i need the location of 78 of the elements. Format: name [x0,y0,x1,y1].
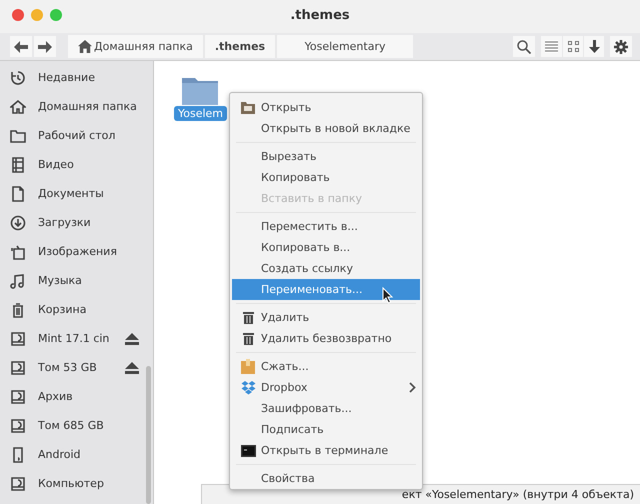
scrollbar[interactable] [146,366,151,504]
back-arrow-icon [14,40,28,52]
list-icon [545,41,558,52]
eject-icon[interactable] [125,362,139,374]
status-text: ект «Yoselementary» (внутри 4 объекта) [402,488,634,501]
grid-view-button[interactable] [563,36,583,57]
window-title: .themes [289,8,351,23]
menu-item[interactable]: Копировать [232,167,420,188]
path-button[interactable]: .themes [204,35,276,58]
chevron-right-icon [409,382,416,393]
phone-icon [10,446,26,462]
menu-item[interactable]: Вырезать [232,146,420,167]
sidebar-item[interactable]: Изображения [0,237,153,266]
drive-icon [10,330,26,346]
sort-button[interactable] [584,36,604,57]
menu-item[interactable]: Подписать [232,419,420,440]
menu-item[interactable]: Переместить в... [232,216,420,237]
forward-button[interactable] [34,36,56,57]
sidebar-item[interactable]: Архив [0,382,153,411]
path-button[interactable]: Yoselementary [277,35,414,58]
menu-item[interactable]: Зашифровать... [232,398,420,419]
drive-icon [10,388,26,404]
menu-item[interactable]: Удалить [232,307,420,328]
settings-icon [614,40,628,54]
sidebar-item[interactable]: Документы [0,179,153,208]
menu-item[interactable]: Копировать в... [232,237,420,258]
menu-item[interactable]: Сжать... [232,356,420,377]
sidebar-item[interactable]: Рабочий стол [0,121,153,150]
menu-item[interactable]: Удалить безвозвратно [232,328,420,349]
download-icon [10,214,26,230]
sidebar-item[interactable]: Музыка [0,266,153,295]
forward-arrow-icon [38,40,52,52]
down-arrow-icon [588,40,600,53]
recent-icon [10,70,26,86]
menu-item[interactable]: Создать ссылку [232,258,420,279]
trash-icon [242,311,254,324]
music-icon [10,272,26,288]
sidebar-item[interactable]: Android [0,440,153,469]
back-button[interactable] [10,36,32,57]
settings-button[interactable] [610,36,632,57]
sidebar-item[interactable]: Mint 17.1 cin [0,324,153,353]
document-icon [10,186,26,202]
drive-icon [10,418,26,434]
sidebar-item[interactable]: Компьютер [0,469,153,498]
eject-icon[interactable] [125,332,139,344]
search-icon [517,40,531,54]
sidebar-item[interactable]: Домашняя папка [0,92,153,121]
folder-icon[interactable] [182,75,218,105]
sidebar-item[interactable]: Видео [0,150,153,179]
menu-item[interactable]: Свойства [232,468,420,489]
drive-icon [10,476,26,492]
list-view-button[interactable] [541,36,562,57]
menu-item[interactable]: Открыть в новой вкладке [232,118,420,139]
trash-icon [242,332,254,345]
dropbox-icon [240,380,256,394]
path-button[interactable]: Домашняя папка [68,35,203,58]
home-icon [78,40,92,53]
home-icon [10,98,26,114]
mouse-pointer-icon [382,287,394,304]
video-icon [10,156,26,172]
close-button[interactable] [12,8,24,20]
menu-item[interactable]: Dropbox [232,377,420,398]
sidebar-item[interactable]: Корзина [0,295,153,324]
drive-icon [10,360,26,376]
sidebar-item[interactable]: Том 53 GB [0,353,153,382]
sidebar-item[interactable]: Загрузки [0,208,153,237]
trash-icon [10,302,26,318]
folder-icon [241,102,255,114]
grid-icon [568,41,578,52]
menu-item[interactable]: Открыть в терминале [232,440,420,461]
search-button[interactable] [513,36,535,57]
sidebar-item[interactable]: Том 685 GB [0,411,153,440]
archive-icon [241,359,255,374]
menu-item[interactable]: Открыть [232,97,420,118]
sidebar-item[interactable]: Недавние [0,63,153,92]
terminal-icon [240,444,256,456]
image-icon [10,244,26,260]
desktop-icon [10,128,26,144]
